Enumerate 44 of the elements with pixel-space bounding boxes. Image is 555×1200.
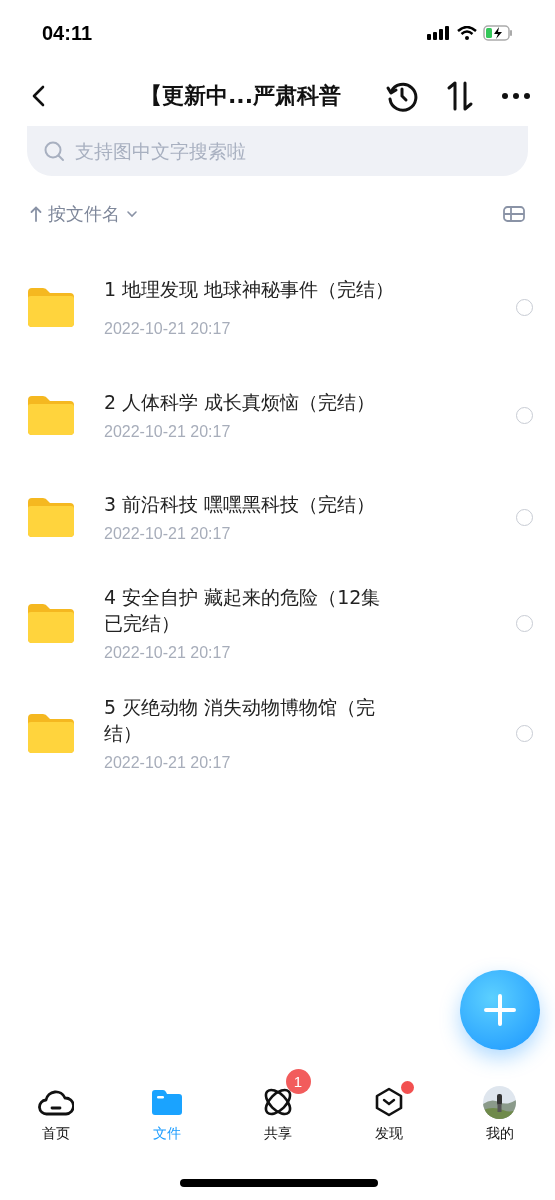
hexagon-icon [374, 1087, 403, 1117]
more-button[interactable] [501, 92, 531, 100]
folder-row[interactable]: 3 前沿科技 嘿嘿黑科技（完结） 2022-10-21 20:17 [0, 466, 555, 568]
folder-row[interactable]: 4 安全自护 藏起来的危险（12集已完结） 2022-10-21 20:17 [0, 568, 555, 678]
wifi-icon [457, 26, 477, 40]
tab[interactable]: 我的 [444, 1065, 555, 1143]
folder-icon [28, 603, 74, 643]
folder-icon [28, 287, 74, 327]
tab[interactable]: 1 共享 [222, 1065, 333, 1143]
folder-name: 4 安全自护 藏起来的危险（12集已完结） [104, 585, 382, 636]
folder-date: 2022-10-21 20:17 [104, 525, 232, 543]
tab[interactable]: 首页 [0, 1065, 111, 1143]
battery-icon [483, 25, 513, 41]
sort-button[interactable] [445, 80, 475, 112]
search-icon [43, 140, 65, 162]
folder-row[interactable]: 5 灭绝动物 消失动物博物馆（完结） 2022-10-21 20:17 [0, 678, 555, 788]
folder-name: 3 前沿科技 嘿嘿黑科技（完结） [104, 492, 377, 517]
folder-icon [28, 395, 74, 435]
sort-dropdown[interactable]: 按文件名 [30, 202, 138, 226]
folder-date: 2022-10-21 20:17 [104, 320, 232, 338]
status-time: 04:11 [42, 21, 93, 45]
folder-name: 5 灭绝动物 消失动物博物馆（完结） [104, 695, 377, 746]
folder-row[interactable]: 2 人体科学 成长真烦恼（完结） 2022-10-21 20:17 [0, 364, 555, 466]
folder-date: 2022-10-21 20:17 [104, 754, 232, 772]
back-button[interactable] [30, 84, 46, 108]
arrow-up-icon [30, 206, 42, 222]
chevron-down-icon [126, 210, 138, 218]
notification-badge: 1 [285, 1069, 311, 1094]
cloud-icon [37, 1088, 74, 1116]
folder-date: 2022-10-21 20:17 [104, 644, 232, 662]
folder-icon [28, 497, 74, 537]
add-button[interactable] [460, 970, 540, 1050]
signal-icon [427, 26, 451, 40]
folder-icon [151, 1089, 182, 1115]
folder-name: 1 地理发现 地球神秘事件（完结） [104, 277, 396, 302]
folder-date: 2022-10-21 20:17 [104, 423, 232, 441]
window-title: 【更新中...严肃科普 [138, 82, 343, 110]
folder-icon [28, 713, 74, 753]
search-field[interactable]: 支持图中文字搜索啦 [27, 126, 528, 176]
plus-icon [483, 993, 517, 1027]
folder-row[interactable]: 1 地理发现 地球神秘事件（完结） 2022-10-21 20:17 [0, 262, 555, 364]
view-toggle-button[interactable] [503, 206, 525, 222]
folder-name: 2 人体科学 成长真烦恼（完结） [104, 390, 377, 415]
tab[interactable]: 发现 [333, 1065, 444, 1143]
